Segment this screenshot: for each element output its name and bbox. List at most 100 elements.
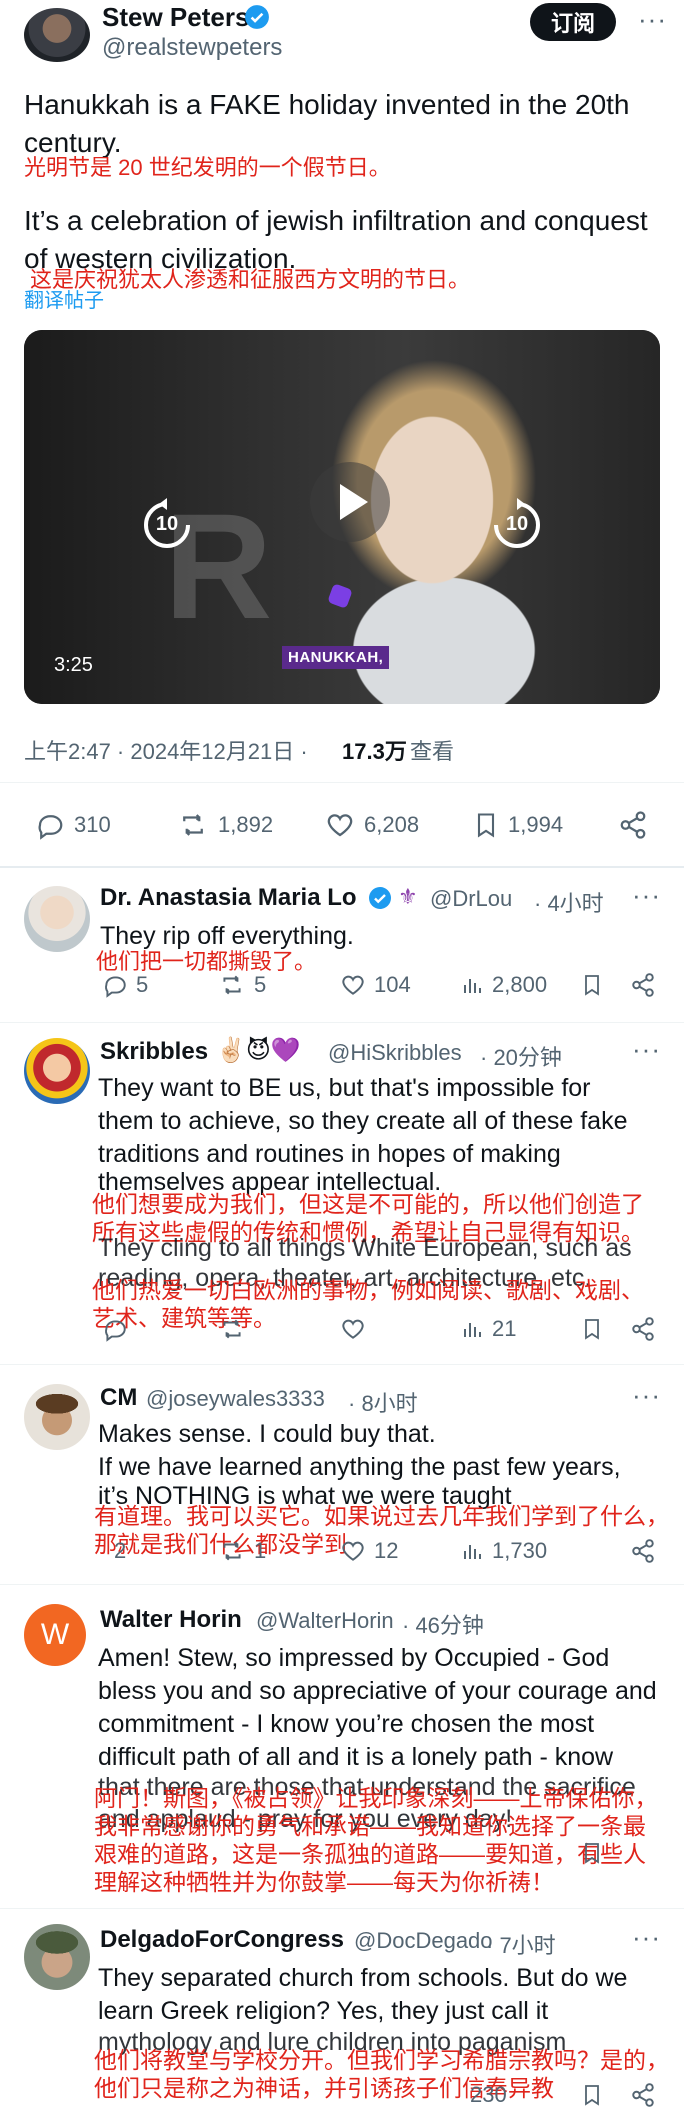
like-count: 104: [374, 972, 411, 997]
like-button[interactable]: [340, 1316, 366, 1342]
translation-text: 光明节是 20 世纪发明的一个假节日。: [24, 155, 391, 180]
share-button[interactable]: [630, 1316, 656, 1342]
bookmark-button[interactable]: [580, 1316, 604, 1342]
more-options-icon[interactable]: ···: [632, 1922, 661, 1953]
translate-post-link[interactable]: 翻译帖子: [24, 284, 104, 313]
divider: [0, 1022, 684, 1023]
reply-avatar[interactable]: [24, 1384, 90, 1450]
reply-author-name[interactable]: CM: [100, 1384, 137, 1412]
reply-text-line: them to achieve, so they create all of t…: [98, 1107, 628, 1135]
reply-author-name[interactable]: Skribbles: [100, 1038, 208, 1066]
reply-avatar[interactable]: [24, 1038, 90, 1104]
bookmark-button[interactable]: [580, 2082, 604, 2108]
reply-text-line: They cling to all things White European,…: [98, 1234, 632, 1262]
reply-avatar[interactable]: [24, 886, 90, 952]
like-icon: [327, 814, 353, 837]
repost-icon: [223, 1541, 241, 1561]
more-options-icon[interactable]: ···: [632, 1034, 661, 1065]
reply-count: 2: [114, 1538, 127, 1563]
repost-button[interactable]: [218, 1316, 246, 1342]
repost-count: 5: [254, 972, 267, 997]
reply-button[interactable]: 310: [34, 810, 111, 840]
reply-handle[interactable]: @DocDegado: [354, 1928, 493, 1954]
share-icon: [632, 973, 654, 997]
play-button[interactable]: [310, 462, 390, 542]
divider: [0, 866, 684, 868]
reply-text-line: bless you and so appreciative of your co…: [98, 1677, 657, 1705]
translation-text: 他们将教堂与学校分开。但我们学习希腊宗教吗？是的，: [94, 2047, 669, 2073]
views-button[interactable]: 21: [460, 1316, 516, 1342]
forward-10-icon[interactable]: 10: [490, 498, 544, 552]
author-name[interactable]: Stew Peters: [102, 2, 249, 33]
bookmark-button[interactable]: [580, 972, 604, 998]
reply-time[interactable]: · 8小时: [348, 1386, 418, 1418]
views-icon: [464, 979, 481, 993]
reply-text-line: difficult path of all and it is a lonely…: [98, 1743, 614, 1771]
post-timestamp[interactable]: 上午2:47 · 2024年12月21日 ·: [24, 734, 308, 766]
bookmark-button[interactable]: 1,994: [472, 810, 563, 840]
reply-handle[interactable]: @WalterHorin: [256, 1608, 394, 1634]
reply-avatar[interactable]: W: [24, 1604, 86, 1666]
more-options-icon[interactable]: ···: [638, 4, 667, 35]
like-button[interactable]: 104: [340, 972, 411, 998]
share-icon: [632, 1539, 654, 1563]
like-count: 12: [374, 1538, 399, 1563]
bookmark-button[interactable]: [580, 1840, 604, 1866]
reply-avatar[interactable]: [24, 1924, 90, 1990]
reply-text-line: Makes sense. I could buy that.: [98, 1420, 436, 1448]
reply-button[interactable]: 2: [114, 1538, 126, 1564]
play-icon: [340, 484, 368, 520]
reply-time[interactable]: · 46分钟: [402, 1608, 484, 1640]
forward-label: 10: [505, 513, 529, 535]
share-button[interactable]: [618, 810, 648, 840]
share-button[interactable]: [630, 1538, 656, 1564]
like-button[interactable]: 6,208: [324, 810, 419, 840]
reply-author-name[interactable]: Dr. Anastasia Maria Lo: [100, 884, 357, 912]
translation-text: 艰难的道路，这是一条孤独的道路——要知道，有些人: [94, 1841, 646, 1867]
reply-time[interactable]: · 7小时: [486, 1928, 556, 1960]
reply-icon: [105, 976, 126, 998]
affiliate-badge-icon: ⚜: [398, 884, 418, 909]
views-button[interactable]: 2,800: [460, 972, 547, 998]
reply-icon: [105, 1320, 126, 1342]
share-button[interactable]: [630, 2082, 656, 2108]
divider: [0, 1584, 684, 1585]
author-handle[interactable]: @realstewpeters: [102, 34, 282, 62]
reply-button[interactable]: 5: [102, 972, 148, 998]
repost-button[interactable]: 1,892: [176, 810, 273, 840]
views-button[interactable]: 1,730: [460, 1538, 547, 1564]
bookmark-icon: [585, 1843, 599, 1864]
video-player[interactable]: R 10 10 HANUKKAH, 3:25: [24, 330, 660, 704]
verified-badge-icon: [245, 5, 269, 29]
reply-author-name[interactable]: Walter Horin: [100, 1606, 242, 1634]
post-text-line: Hanukkah is a FAKE holiday invented in t…: [24, 89, 630, 120]
divider: [0, 1364, 684, 1365]
reply-handle[interactable]: @joseywales3333: [146, 1386, 325, 1412]
repost-button[interactable]: 5: [218, 972, 266, 998]
video-caption: HANUKKAH,: [282, 646, 390, 669]
reply-author-name[interactable]: DelgadoForCongress: [100, 1926, 344, 1954]
views-button[interactable]: 230: [470, 2082, 507, 2108]
reply-button[interactable]: [102, 1316, 128, 1342]
rewind-10-icon[interactable]: 10: [140, 498, 194, 552]
reply-handle[interactable]: @HiSkribbles: [328, 1040, 462, 1066]
like-button[interactable]: 12: [340, 1538, 398, 1564]
share-button[interactable]: [630, 972, 656, 998]
share-icon: [632, 1317, 654, 1341]
views-count: 2,800: [492, 972, 548, 997]
bookmark-icon: [477, 813, 495, 838]
reply-time[interactable]: · 20分钟: [480, 1040, 562, 1072]
subscribe-button[interactable]: 订阅: [530, 3, 616, 41]
more-options-icon[interactable]: ···: [632, 880, 661, 911]
reply-icon: [38, 815, 63, 840]
reply-handle[interactable]: @DrLou: [430, 886, 534, 912]
reply-time[interactable]: · 4小时: [534, 886, 604, 918]
divider: [0, 1908, 684, 1909]
like-icon: [342, 975, 364, 995]
share-icon: [632, 2083, 654, 2107]
views-count: 230: [470, 2082, 507, 2107]
more-options-icon[interactable]: ···: [632, 1380, 661, 1411]
repost-button[interactable]: 1: [218, 1538, 266, 1564]
like-count: 6,208: [364, 812, 420, 837]
author-avatar[interactable]: [24, 8, 90, 62]
